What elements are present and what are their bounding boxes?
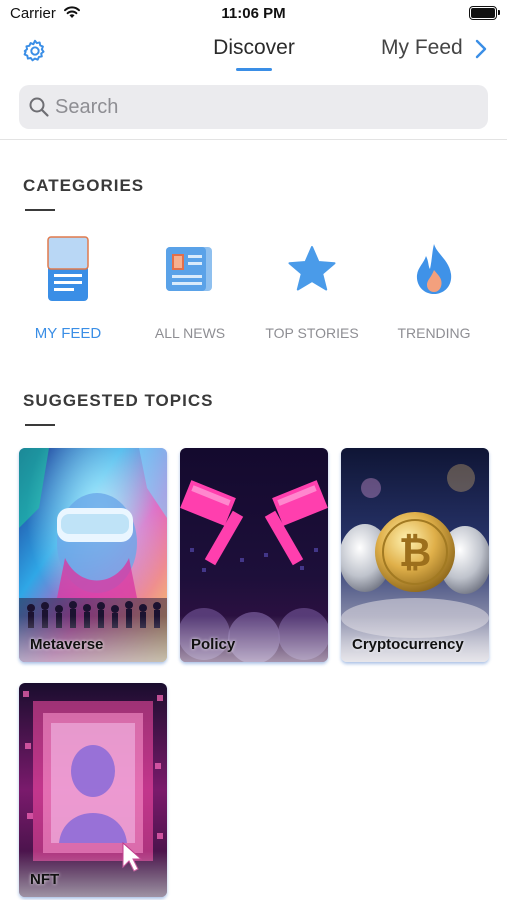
search-bar[interactable] [19, 85, 488, 129]
gear-icon[interactable] [22, 38, 48, 64]
svg-text:₿: ₿ [399, 530, 432, 576]
tab-discover[interactable]: Discover [196, 36, 312, 60]
clock: 11:06 PM [221, 5, 286, 22]
topic-label: Policy [191, 636, 236, 653]
topic-label: Metaverse [30, 636, 104, 653]
categories-heading: CATEGORIES [23, 176, 145, 195]
topic-card-nft[interactable]: NFT [19, 683, 167, 897]
category-top-stories[interactable]: TOP STORIES [251, 232, 373, 352]
suggested-topics-heading-underline [25, 424, 55, 426]
nav-header: Discover My Feed [0, 30, 507, 78]
newspaper-icon [166, 247, 212, 291]
tab-my-feed[interactable]: My Feed [381, 36, 463, 60]
category-label: TRENDING [397, 325, 471, 341]
topic-card-cryptocurrency[interactable]: ₿ Cryptocurrency [341, 448, 489, 662]
star-icon [288, 246, 336, 291]
header-divider [0, 139, 507, 140]
suggested-topics-heading: SUGGESTED TOPICS [23, 391, 214, 410]
search-input[interactable] [55, 93, 475, 121]
search-icon [29, 97, 49, 117]
status-bar: Carrier 11:06 PM [0, 0, 507, 30]
categories-heading-underline [25, 209, 55, 211]
topic-label: NFT [30, 871, 60, 888]
category-label: ALL NEWS [154, 325, 226, 341]
category-label: MY FEED [34, 325, 102, 342]
chevron-right-icon[interactable] [474, 39, 488, 59]
category-trending[interactable]: TRENDING [373, 232, 495, 352]
topic-card-metaverse[interactable]: Metaverse [19, 448, 167, 662]
battery-icon [469, 6, 500, 20]
topic-label: Cryptocurrency [352, 636, 464, 653]
phone-feed-icon [47, 236, 89, 301]
active-tab-indicator [236, 68, 272, 71]
flame-icon [416, 244, 452, 294]
category-my-feed[interactable]: MY FEED [7, 232, 129, 352]
category-all-news[interactable]: ALL NEWS [129, 232, 251, 352]
topic-card-policy[interactable]: Policy [180, 448, 328, 662]
category-label: TOP STORIES [265, 325, 359, 341]
